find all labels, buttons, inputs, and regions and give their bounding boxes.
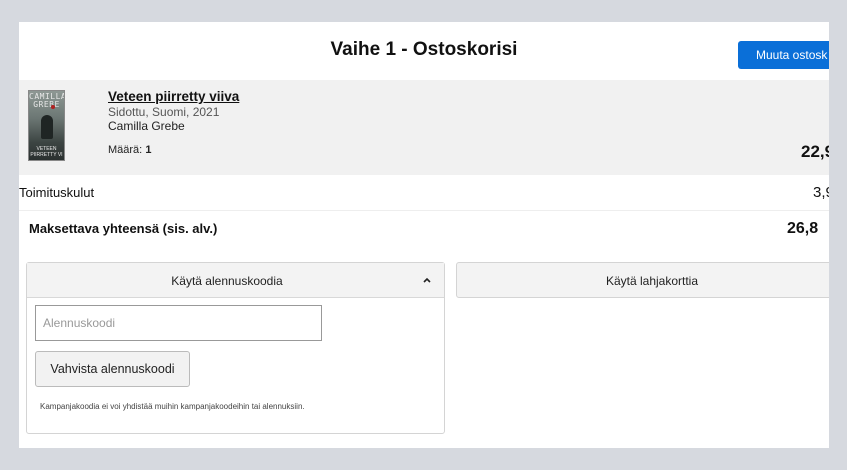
change-cart-button[interactable]: Muuta ostosk	[738, 41, 829, 69]
cover-accent	[51, 105, 55, 109]
cover-author-line2: GREBE	[33, 100, 60, 109]
shipping-row: Toimituskulut 3,9	[19, 175, 829, 211]
item-title-link[interactable]: Veteen piirretty viiva	[108, 89, 239, 104]
total-label: Maksettava yhteensä (sis. alv.)	[29, 221, 218, 236]
chevron-up-icon	[423, 277, 431, 283]
confirm-discount-button[interactable]: Vahvista alennuskoodi	[35, 351, 190, 387]
discount-code-header: Käytä alennuskoodia	[171, 274, 283, 288]
gift-card-header: Käytä lahjakorttia	[605, 274, 699, 288]
quantity-label: Määrä:	[108, 144, 143, 156]
discount-disclaimer: Kampanjakoodia ei voi yhdistää muihin ka…	[40, 402, 305, 411]
shipping-value: 3,9	[813, 184, 829, 201]
page-title: Vaihe 1 - Ostoskorisi	[330, 39, 518, 60]
shipping-label: Toimituskulut	[19, 185, 95, 200]
discount-code-toggle[interactable]: Käytä alennuskoodia	[27, 263, 444, 298]
item-author: Camilla Grebe	[108, 119, 185, 133]
total-row: Maksettava yhteensä (sis. alv.) 26,8	[19, 211, 829, 247]
item-price: 22,9	[801, 142, 829, 161]
cover-title-line2: PIIRRETTY VI	[30, 152, 63, 158]
cart-item: CAMILLA GREBE VETEEN PIIRRETTY VI Veteen…	[19, 80, 829, 175]
book-cover-image[interactable]: CAMILLA GREBE VETEEN PIIRRETTY VI	[28, 90, 65, 161]
cart-panel: Vaihe 1 - Ostoskorisi Muuta ostosk CAMIL…	[19, 22, 829, 448]
discount-code-input[interactable]	[35, 305, 322, 341]
gift-card-toggle[interactable]: Käytä lahjakorttia	[456, 262, 829, 298]
item-quantity: Määrä: 1	[108, 144, 151, 156]
cart-header: Vaihe 1 - Ostoskorisi Muuta ostosk	[19, 22, 829, 80]
item-meta: Sidottu, Suomi, 2021	[108, 105, 220, 119]
total-value: 26,8	[787, 220, 819, 237]
discount-code-section: Käytä alennuskoodia Vahvista alennuskood…	[26, 262, 445, 434]
quantity-value: 1	[145, 144, 152, 156]
cover-figure	[41, 115, 53, 139]
